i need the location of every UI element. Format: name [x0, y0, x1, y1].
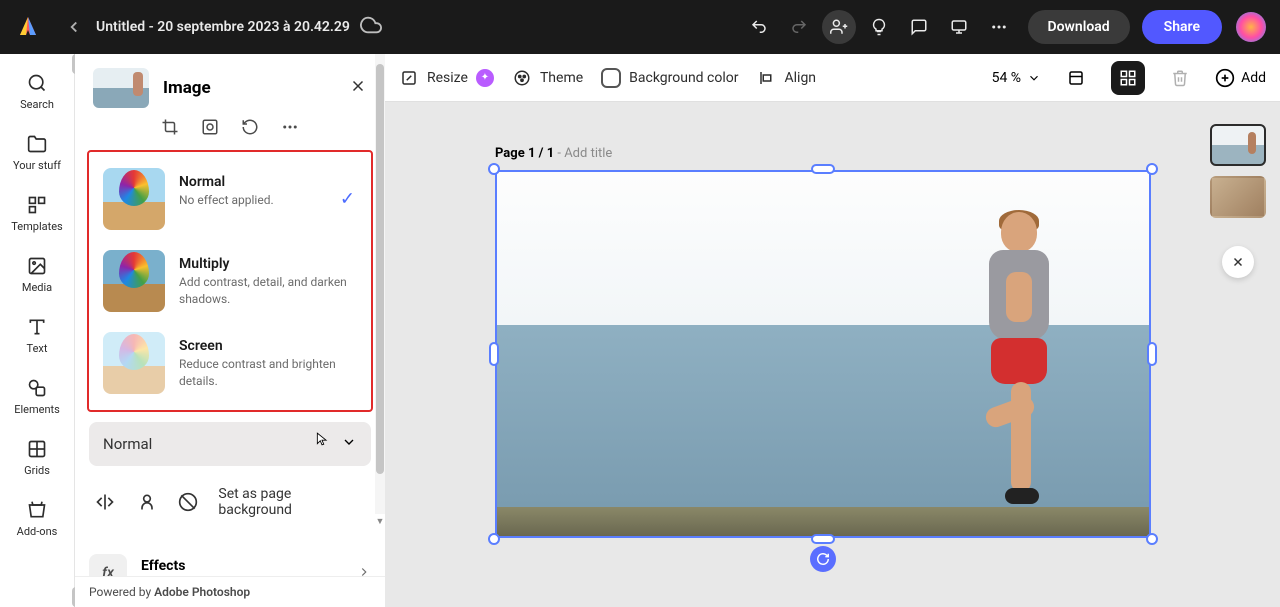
selection-handle-tr[interactable]: [1146, 163, 1158, 175]
remove-background-icon[interactable]: [135, 490, 159, 514]
cloud-sync-icon[interactable]: [360, 14, 382, 40]
page-thumb-1[interactable]: [1210, 124, 1266, 166]
blend-thumb-normal: [103, 168, 165, 230]
selection-handle-top[interactable]: [811, 164, 835, 174]
invite-people-button[interactable]: [822, 10, 856, 44]
app-logo-icon[interactable]: [14, 13, 42, 41]
set-as-background-label[interactable]: Set as page background: [218, 486, 367, 518]
page-thumb-2[interactable]: [1210, 176, 1266, 218]
templates-icon: [26, 194, 48, 216]
rail-search[interactable]: Search: [20, 72, 54, 111]
rail-media[interactable]: Media: [22, 255, 52, 294]
rotate-handle[interactable]: [810, 546, 836, 572]
page-thumbnail-rail: [1210, 124, 1266, 278]
effects-icon: fx: [89, 554, 127, 576]
crop-icon[interactable]: [161, 118, 179, 140]
panel-scrollbar[interactable]: ▼: [375, 54, 385, 514]
theme-button[interactable]: Theme: [512, 68, 583, 88]
app-top-bar: Untitled - 20 septembre 2023 à 20.42.29 …: [0, 0, 1280, 54]
undo-button[interactable]: [742, 10, 776, 44]
rail-templates[interactable]: Templates: [11, 194, 62, 233]
frame-icon[interactable]: [201, 118, 219, 140]
zoom-dropdown[interactable]: 54 %: [992, 70, 1041, 86]
align-icon: [757, 68, 777, 88]
cursor-pointer-icon: [315, 430, 329, 452]
chevron-right-icon: [357, 564, 371, 577]
add-page-button[interactable]: Add: [1215, 68, 1266, 88]
blend-mode-dropdown[interactable]: Normal: [89, 422, 371, 466]
selection-handle-tl[interactable]: [488, 163, 500, 175]
panel-scroll-down-icon[interactable]: ▼: [375, 514, 385, 528]
blend-mode-popup: Normal No effect applied. ✓ Multiply Add…: [87, 150, 373, 412]
text-icon: [26, 316, 48, 338]
image-actions-row: Set as page background: [75, 476, 385, 528]
flip-horizontal-icon[interactable]: [93, 490, 117, 514]
download-button[interactable]: Download: [1028, 10, 1130, 44]
share-button[interactable]: Share: [1142, 10, 1222, 44]
close-thumb-rail-button[interactable]: [1222, 246, 1254, 278]
check-icon: ✓: [340, 189, 355, 210]
selection-handle-right[interactable]: [1147, 342, 1157, 366]
artboard[interactable]: [495, 170, 1151, 538]
search-icon: [26, 72, 48, 94]
resize-button[interactable]: Resize ✦: [399, 68, 494, 88]
rail-text[interactable]: Text: [26, 316, 48, 355]
selection-handle-br[interactable]: [1146, 533, 1158, 545]
image-content: [497, 172, 1149, 536]
selection-handle-bl[interactable]: [488, 533, 500, 545]
addons-icon: [26, 499, 48, 521]
selection-handle-bottom[interactable]: [811, 534, 835, 544]
theme-icon: [512, 68, 532, 88]
rail-elements[interactable]: Elements: [14, 377, 60, 416]
blend-option-screen[interactable]: Screen Reduce contrast and brighten deta…: [99, 326, 361, 400]
elements-icon: [26, 377, 48, 399]
rail-grids[interactable]: Grids: [24, 438, 50, 477]
grids-icon: [26, 438, 48, 460]
back-button[interactable]: [60, 13, 88, 41]
document-title[interactable]: Untitled - 20 septembre 2023 à 20.42.29: [96, 19, 350, 35]
blend-option-multiply[interactable]: Multiply Add contrast, detail, and darke…: [99, 244, 361, 318]
no-background-icon[interactable]: [177, 490, 201, 514]
panel-quick-actions: [75, 108, 385, 144]
image-more-icon[interactable]: [281, 118, 299, 140]
folder-icon: [26, 133, 48, 155]
grid-view-button[interactable]: [1111, 61, 1145, 95]
left-nav-rail: Search Your stuff Templates Media Text E…: [0, 54, 75, 607]
close-panel-button[interactable]: [349, 77, 367, 99]
background-color-button[interactable]: Background color: [601, 68, 738, 88]
panel-footer: Powered by Adobe Photoshop: [75, 576, 385, 607]
page-indicator[interactable]: Page 1 / 1 - Add title: [495, 146, 612, 161]
selected-image[interactable]: [495, 170, 1151, 538]
align-button[interactable]: Align: [757, 68, 817, 88]
chevron-down-icon: [1027, 71, 1041, 85]
page-view-button[interactable]: [1059, 61, 1093, 95]
blend-thumb-multiply: [103, 250, 165, 312]
delete-button[interactable]: [1163, 61, 1197, 95]
resize-icon: [399, 68, 419, 88]
properties-panel: Image Normal No effect applied. ✓: [75, 54, 385, 607]
user-avatar[interactable]: [1236, 12, 1266, 42]
media-icon: [26, 255, 48, 277]
premium-badge-icon: ✦: [476, 69, 494, 87]
background-color-swatch: [601, 68, 621, 88]
context-toolbar: Resize ✦ Theme Background color Align 54…: [385, 54, 1280, 102]
plus-circle-icon: [1215, 68, 1235, 88]
redo-button[interactable]: [782, 10, 816, 44]
blend-option-normal[interactable]: Normal No effect applied. ✓: [99, 162, 361, 236]
image-thumbnail[interactable]: [93, 68, 149, 108]
rail-addons[interactable]: Add-ons: [17, 499, 58, 538]
rail-your-stuff[interactable]: Your stuff: [13, 133, 61, 172]
tips-icon[interactable]: [862, 10, 896, 44]
canvas-area: Resize ✦ Theme Background color Align 54…: [385, 54, 1280, 607]
panel-scrollbar-thumb[interactable]: [376, 64, 384, 474]
more-menu-icon[interactable]: [982, 10, 1016, 44]
comments-icon[interactable]: [902, 10, 936, 44]
revert-icon[interactable]: [241, 118, 259, 140]
panel-title: Image: [163, 78, 335, 98]
effects-section[interactable]: fx Effects None: [75, 546, 385, 576]
blend-thumb-screen: [103, 332, 165, 394]
chevron-down-icon: [341, 434, 357, 454]
present-icon[interactable]: [942, 10, 976, 44]
selection-handle-left[interactable]: [489, 342, 499, 366]
